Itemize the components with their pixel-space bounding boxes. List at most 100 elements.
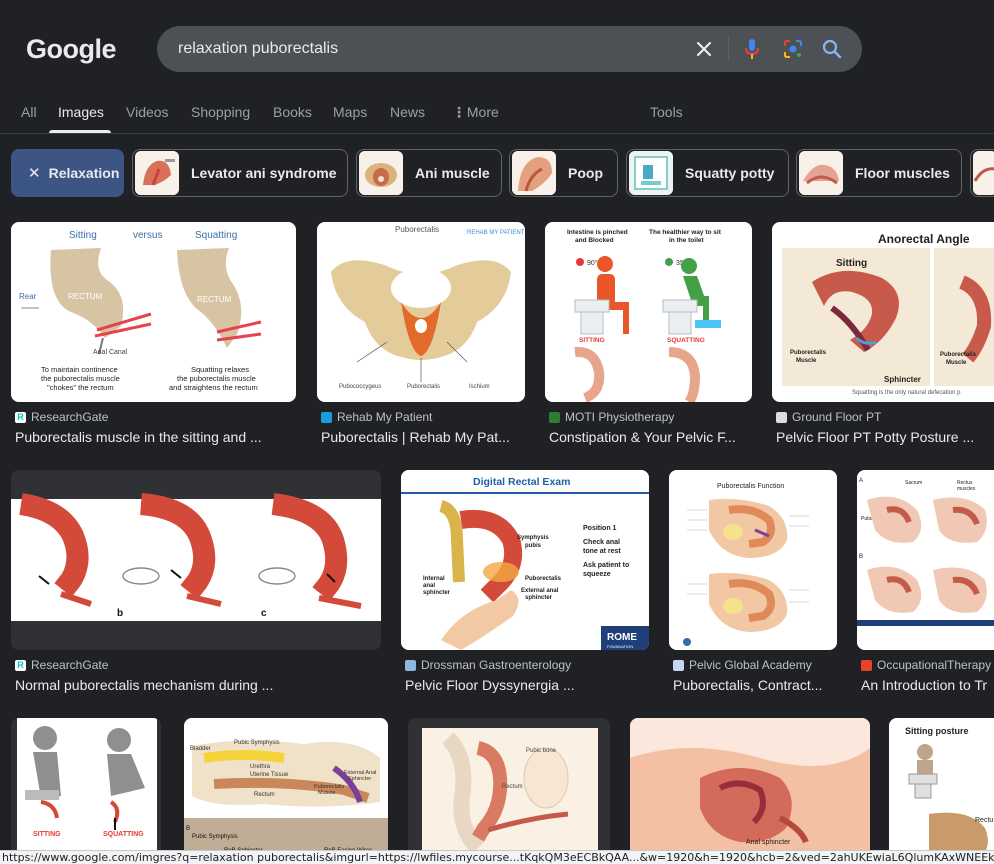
image-label: Anal sphincter <box>746 839 791 846</box>
chip-squatty-potty[interactable]: Squatty potty <box>626 149 789 197</box>
result-image[interactable]: SITTING SQUATTING <box>11 718 161 858</box>
result-title[interactable]: Pelvic Floor PT Potty Posture ... <box>776 429 994 445</box>
search-box[interactable]: relaxation puborectalis <box>157 26 862 72</box>
tab-news[interactable]: News <box>390 104 425 120</box>
result-card-7[interactable]: Puborectalis Function Pelvic Global Acad… <box>669 470 837 700</box>
chip-relaxation[interactable]: ✕ Relaxation <box>11 149 124 197</box>
result-source[interactable]: MOTI Physiotherapy <box>549 410 674 424</box>
result-source[interactable]: R ResearchGate <box>15 410 108 424</box>
image-label: A <box>859 478 863 484</box>
result-card-3[interactable]: Intestine is pinched and Blocked The hea… <box>545 222 752 452</box>
image-label: B <box>186 826 190 832</box>
researchgate-favicon-icon: R <box>15 659 26 671</box>
image-label: in the toilet <box>669 237 705 244</box>
tab-images[interactable]: Images <box>58 104 104 120</box>
image-label: Internal <box>423 576 445 582</box>
result-source[interactable]: OccupationalTherapy <box>861 658 991 672</box>
result-source[interactable]: R ResearchGate <box>15 658 108 672</box>
search-icon[interactable] <box>820 37 844 61</box>
tab-videos[interactable]: Videos <box>126 104 169 120</box>
image-label: SQUATTING <box>103 831 144 838</box>
image-label: Digital Rectal Exam <box>473 476 570 488</box>
image-label: Sitting <box>69 230 97 241</box>
result-title[interactable]: Constipation & Your Pelvic F... <box>549 429 753 445</box>
tab-shopping[interactable]: Shopping <box>191 104 250 120</box>
result-title[interactable]: An Introduction to Tr <box>861 677 994 693</box>
chip-floor-muscles[interactable]: Floor muscles <box>796 149 962 197</box>
chip-label: Floor muscles <box>855 165 950 181</box>
result-image[interactable]: Sitting posture Rectu <box>889 718 994 858</box>
result-image[interactable]: b c <box>11 470 381 650</box>
image-label: Rear <box>19 292 37 301</box>
tab-books[interactable]: Books <box>273 104 312 120</box>
result-card-6[interactable]: Digital Rectal Exam Symphysis pubis Posi… <box>401 470 649 700</box>
image-label: sphincter <box>423 590 451 596</box>
result-source[interactable]: Drossman Gastroenterology <box>405 658 571 672</box>
search-tabs: All Images Videos Shopping Books Maps Ne… <box>0 96 994 134</box>
tab-maps[interactable]: Maps <box>333 104 367 120</box>
image-caption: To maintain continence <box>41 365 118 374</box>
result-title[interactable]: Puborectalis muscle in the sitting and .… <box>15 429 295 445</box>
image-label: Rectu <box>975 817 993 824</box>
result-card-2[interactable]: Puborectalis REHAB MY PATIENT Pubococcyg… <box>317 222 525 452</box>
result-image[interactable]: Puborectalis REHAB MY PATIENT Pubococcyg… <box>317 222 525 402</box>
result-source-label: Drossman Gastroenterology <box>421 658 572 672</box>
tab-more[interactable]: ⋮ More <box>452 104 499 121</box>
result-image[interactable]: A Sacrum Rectus muscles Pubis B <box>857 470 994 650</box>
result-image[interactable]: Digital Rectal Exam Symphysis pubis Posi… <box>401 470 649 650</box>
image-label: Check anal <box>583 539 620 546</box>
chip-ani-muscle[interactable]: Ani muscle <box>356 149 502 197</box>
result-image[interactable]: Anorectal Angle Sitting Puborectalis Mus… <box>772 222 994 402</box>
result-title[interactable]: Puborectalis, Contract... <box>673 677 837 693</box>
result-source[interactable]: Rehab My Patient <box>321 410 432 424</box>
result-card-8[interactable]: A Sacrum Rectus muscles Pubis B Occupati… <box>857 470 994 700</box>
image-label: Sphincter <box>884 375 921 384</box>
result-card-12[interactable]: Anal sphincter <box>630 718 870 858</box>
pelvic-global-favicon-icon <box>673 659 684 671</box>
image-label: Puborectalis <box>395 225 439 234</box>
result-title[interactable]: Puborectalis | Rehab My Pat... <box>321 429 526 445</box>
result-title[interactable]: Pelvic Floor Dyssynergia ... <box>405 677 649 693</box>
result-source-label: Ground Floor PT <box>792 410 882 424</box>
result-card-10[interactable]: Bladder Pubic Symphysis Urethra Uterine … <box>184 718 388 858</box>
chip-levator-ani-syndrome[interactable]: Levator ani syndrome <box>132 149 348 197</box>
result-title[interactable]: Normal puborectalis mechanism during ... <box>15 677 381 693</box>
result-card-5[interactable]: b c R ResearchGate Normal puborectalis m… <box>11 470 381 700</box>
result-source-label: OccupationalTherapy <box>877 658 992 672</box>
result-card-11[interactable]: Pubic bone Rectum <box>408 718 610 858</box>
clear-icon[interactable] <box>692 37 716 61</box>
image-label: Pubic Symphysis <box>234 740 280 746</box>
result-card-9[interactable]: SITTING SQUATTING <box>11 718 161 858</box>
image-label: Anal Canal <box>93 349 128 356</box>
image-caption: Squatting relaxes <box>191 365 249 374</box>
search-input[interactable]: relaxation puborectalis <box>178 40 338 58</box>
result-image[interactable]: Intestine is pinched and Blocked The hea… <box>545 222 752 402</box>
image-caption: the puborectalis muscle <box>177 374 256 383</box>
result-image[interactable]: Bladder Pubic Symphysis Urethra Uterine … <box>184 718 388 858</box>
result-card-1[interactable]: Sitting versus Squatting RECTUM Anal Can… <box>11 222 296 452</box>
image-label: Puborectalis Function <box>717 483 784 490</box>
result-image[interactable]: Puborectalis Function <box>669 470 837 650</box>
chip-more[interactable] <box>970 149 994 197</box>
image-label: RECTUM <box>197 295 232 304</box>
result-source[interactable]: Ground Floor PT <box>776 410 881 424</box>
result-image[interactable]: Anal sphincter <box>630 718 870 858</box>
google-logo[interactable]: Google <box>26 34 117 65</box>
image-label: pubis <box>525 543 542 549</box>
result-card-13[interactable]: Sitting posture Rectu <box>889 718 994 858</box>
close-icon[interactable]: ✕ <box>28 164 41 182</box>
tab-all[interactable]: All <box>21 104 37 120</box>
result-image[interactable]: Pubic bone Rectum <box>408 718 610 858</box>
chip-poop[interactable]: Poop <box>509 149 618 197</box>
result-card-4[interactable]: Anorectal Angle Sitting Puborectalis Mus… <box>772 222 994 452</box>
chip-thumbnail <box>512 151 556 195</box>
result-source[interactable]: Pelvic Global Academy <box>673 658 812 672</box>
microphone-icon[interactable] <box>740 37 764 61</box>
search-divider <box>728 37 729 61</box>
image-label: Muscle <box>318 790 335 796</box>
tools-button[interactable]: Tools <box>650 104 683 120</box>
result-image[interactable]: Sitting versus Squatting RECTUM Anal Can… <box>11 222 296 402</box>
image-label: Muscle <box>796 358 817 364</box>
more-vert-icon: ⋮ <box>452 104 466 120</box>
lens-icon[interactable] <box>781 37 805 61</box>
